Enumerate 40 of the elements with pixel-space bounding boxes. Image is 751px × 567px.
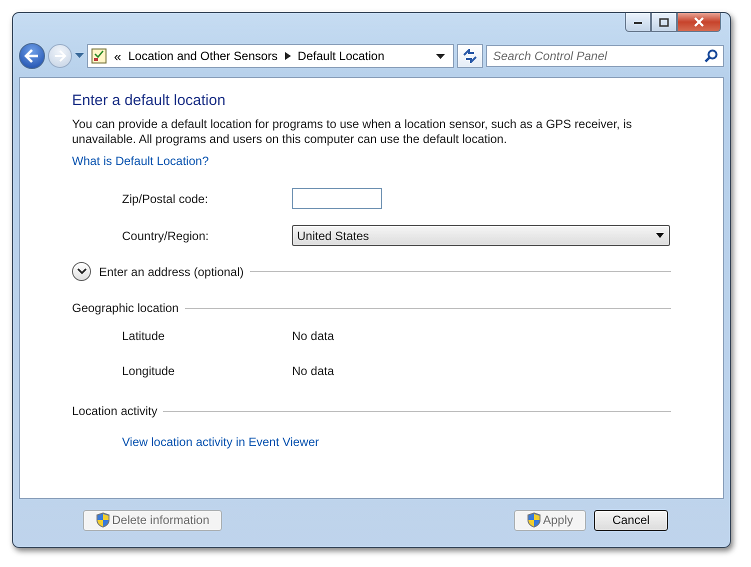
field-label: Zip/Postal code: (122, 192, 210, 206)
control-panel-icon (91, 48, 107, 64)
country-dropdown[interactable]: United States (292, 225, 670, 246)
back-button[interactable] (19, 43, 45, 69)
coordinate-value: No data (292, 364, 334, 378)
refresh-button[interactable] (457, 44, 483, 68)
section-title[interactable]: Enter an address (optional) (99, 264, 244, 278)
event-viewer-link[interactable]: View location activity in Event Viewer (122, 435, 319, 449)
dialog-button[interactable]: Cancel (594, 510, 668, 530)
help-link[interactable]: What is Default Location? (72, 154, 209, 168)
expand-button[interactable] (72, 262, 91, 281)
maximize-button[interactable] (651, 13, 677, 32)
maximize-icon (659, 18, 669, 26)
separator-arrow-icon[interactable] (284, 52, 291, 60)
breadcrumb-item[interactable]: Location and Other Sensors (128, 49, 278, 63)
refresh-icon (462, 49, 478, 63)
page-heading: Enter a default location (72, 92, 226, 109)
chevron-down-icon (76, 268, 86, 275)
minimize-icon (633, 19, 643, 25)
dropdown-arrow-icon[interactable] (436, 54, 445, 58)
close-icon (693, 17, 705, 27)
address-bar[interactable]: « Location and Other Sensors Default Location (87, 44, 454, 68)
section-title: Geographic location (72, 301, 179, 315)
recent-pages-icon[interactable] (75, 53, 84, 59)
search-icon[interactable] (704, 49, 718, 63)
minimize-button[interactable] (625, 13, 651, 32)
breadcrumb-overflow[interactable]: « (114, 48, 122, 64)
close-button[interactable] (677, 13, 721, 32)
back-arrow-icon (24, 49, 40, 63)
zip-input-field[interactable] (292, 188, 382, 209)
breadcrumb-item[interactable]: Default Location (298, 49, 384, 63)
coordinate-value: No data (292, 329, 334, 343)
field-label: Country/Region: (122, 228, 210, 242)
coordinate-label: Longitude (122, 364, 176, 378)
dropdown-arrow-icon (656, 233, 664, 238)
forward-arrow-icon (53, 50, 67, 62)
search-field[interactable]: Search Control Panel (486, 45, 724, 67)
description-text: You can provide a default location for programs to use when a location sensor, such as a GPS receiver, is unavailable. All programs and users on this computer can use the default location. (72, 117, 633, 147)
section-title: Location activity (72, 404, 158, 418)
coordinate-label: Latitude (122, 329, 166, 343)
